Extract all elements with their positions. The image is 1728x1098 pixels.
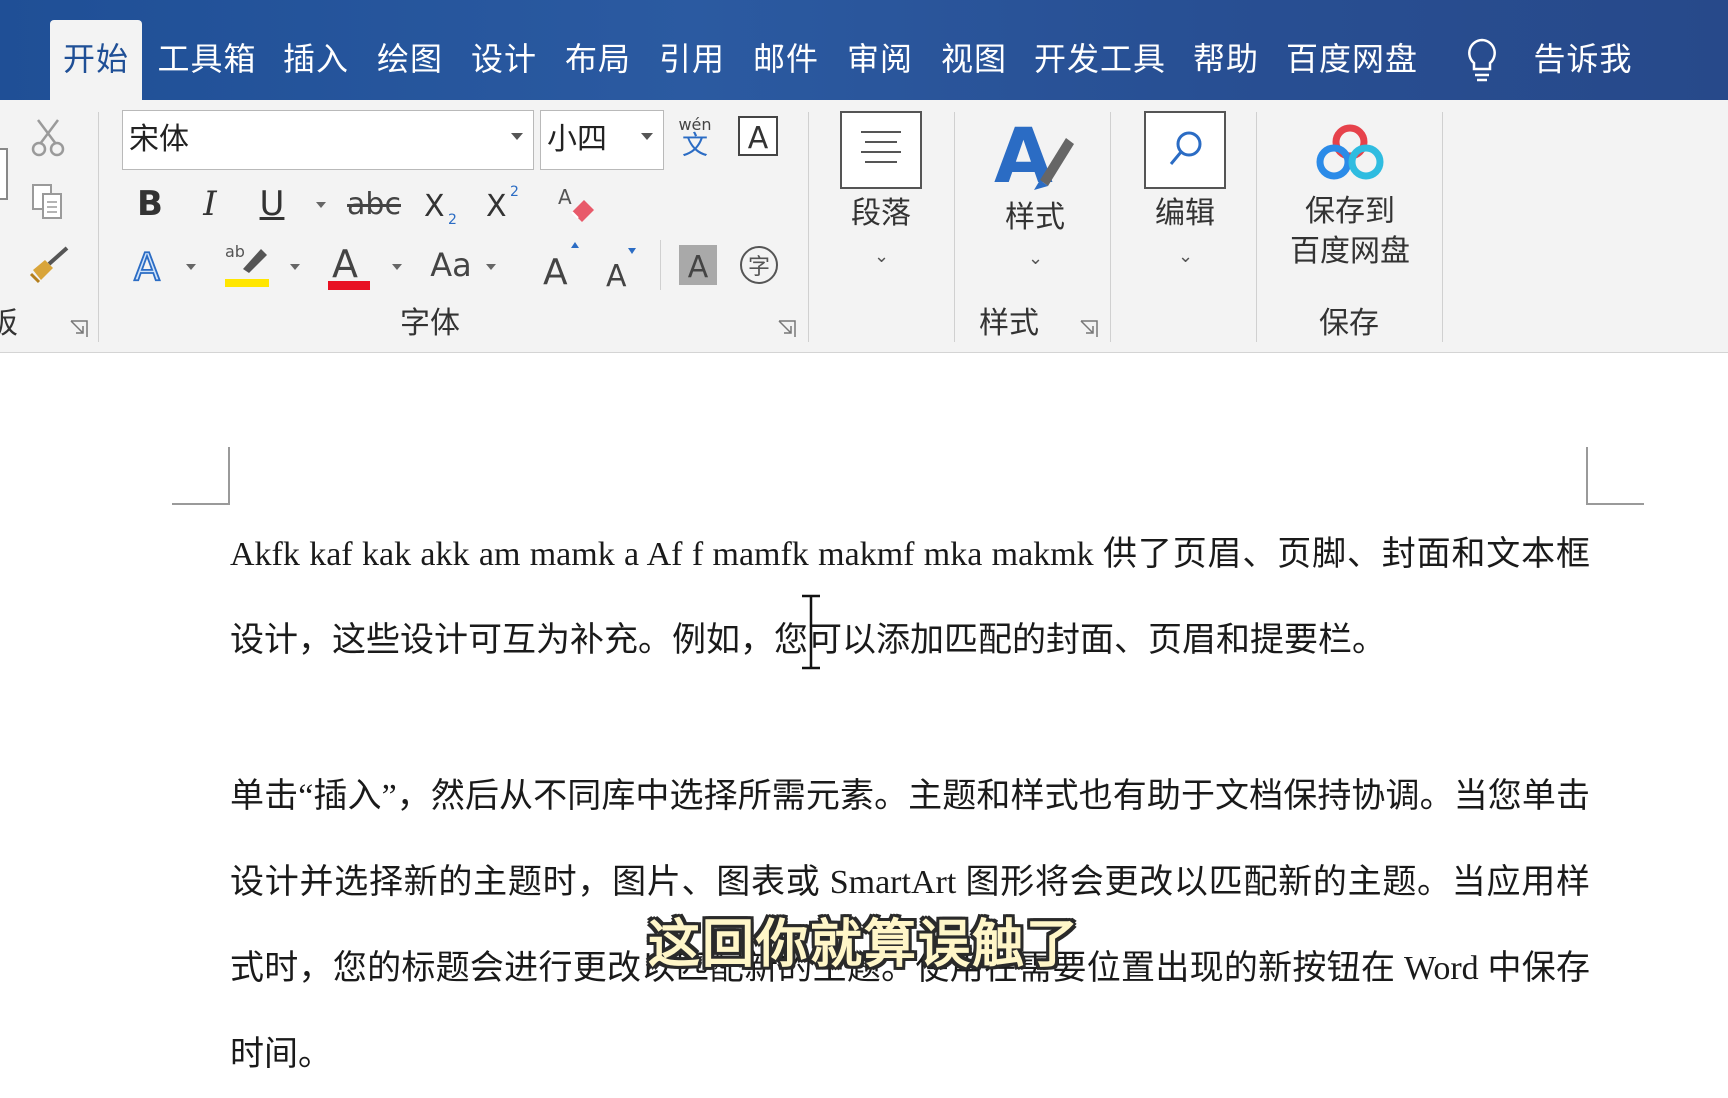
separator: [660, 240, 661, 290]
separator: [808, 112, 809, 342]
svg-text:A: A: [688, 250, 709, 285]
styles-group-label: 样式: [979, 306, 1039, 341]
phonetic-guide-char: 文: [681, 131, 708, 161]
text-highlight-color-icon[interactable]: ab: [222, 238, 274, 290]
copy-icon[interactable]: [28, 180, 68, 224]
paste-icon[interactable]: [0, 148, 8, 200]
margin-corner-marker: [1586, 447, 1644, 505]
margin-corner-marker: [172, 447, 230, 505]
chevron-down-icon[interactable]: ⌄: [1028, 248, 1043, 269]
tab-baidu-netdisk[interactable]: 百度网盘: [1282, 18, 1422, 100]
font-name-combo[interactable]: 宋体: [122, 110, 534, 170]
font-group-label: 字体: [400, 306, 460, 341]
svg-text:X: X: [424, 189, 445, 224]
svg-text:X: X: [486, 189, 507, 224]
superscript-icon[interactable]: X2: [480, 178, 528, 226]
ribbon-home: 板 宋体 小四 wén 文 A B I U abc X2 X2 A A ab A…: [0, 100, 1728, 353]
svg-text:A: A: [543, 252, 568, 290]
font-name-value: 宋体: [129, 122, 189, 157]
svg-text:ab: ab: [225, 242, 245, 261]
styles-button[interactable]: A 样式 ⌄: [980, 110, 1090, 290]
clipboard-group-label: 板: [0, 306, 18, 341]
text-effects-icon[interactable]: A: [126, 240, 174, 290]
enclose-characters-icon[interactable]: 字: [736, 240, 782, 290]
grow-font-icon[interactable]: A: [538, 238, 586, 292]
chevron-down-icon[interactable]: [511, 133, 523, 140]
change-case-icon[interactable]: Aa: [426, 240, 476, 290]
font-size-value: 小四: [547, 122, 607, 157]
tab-toolbox[interactable]: 工具箱: [154, 18, 260, 100]
phonetic-guide-button[interactable]: wén 文: [672, 110, 718, 166]
font-dialog-launcher-icon[interactable]: [778, 320, 796, 338]
tab-view[interactable]: 视图: [936, 18, 1012, 100]
highlight-chevron-down-icon[interactable]: [290, 264, 300, 270]
ribbon-tab-bar: 开始 工具箱 插入 绘图 设计 布局 引用 邮件 审阅 视图 开发工具 帮助 百…: [0, 0, 1728, 100]
editing-button[interactable]: 编辑 ⌄: [1130, 110, 1240, 290]
tab-draw[interactable]: 绘图: [372, 18, 448, 100]
svg-text:2: 2: [510, 184, 519, 200]
character-shading-icon[interactable]: A: [676, 240, 720, 290]
character-border-icon[interactable]: A: [736, 114, 780, 158]
underline-chevron-down-icon[interactable]: [316, 202, 326, 208]
clipboard-dialog-launcher-icon[interactable]: [70, 320, 88, 338]
bold-icon[interactable]: B: [130, 182, 170, 226]
separator: [98, 112, 99, 342]
separator: [1110, 112, 1111, 342]
text-cursor-icon: [796, 594, 826, 674]
tab-mailings[interactable]: 邮件: [748, 18, 824, 100]
styles-icon: A: [994, 111, 1074, 200]
tab-developer[interactable]: 开发工具: [1030, 18, 1170, 100]
save-to-baidu-netdisk-button[interactable]: 保存到 百度网盘: [1272, 118, 1428, 298]
styles-label: 样式: [1005, 200, 1065, 235]
tab-design[interactable]: 设计: [466, 18, 542, 100]
tab-layout[interactable]: 布局: [560, 18, 636, 100]
tab-review[interactable]: 审阅: [842, 18, 918, 100]
tab-references[interactable]: 引用: [654, 18, 730, 100]
save-to-label-line1: 保存到: [1305, 194, 1395, 229]
styles-dialog-launcher-icon[interactable]: [1080, 320, 1098, 338]
format-painter-icon[interactable]: [26, 242, 72, 286]
tab-help[interactable]: 帮助: [1188, 18, 1264, 100]
save-group-label: 保存: [1319, 306, 1379, 341]
underline-icon[interactable]: U: [252, 182, 292, 226]
separator: [954, 112, 955, 342]
chevron-down-icon[interactable]: [641, 133, 653, 140]
svg-text:A: A: [606, 259, 627, 292]
separator: [1256, 112, 1257, 342]
paragraph-icon: [840, 111, 922, 189]
chevron-down-icon[interactable]: ⌄: [1178, 246, 1193, 267]
lightbulb-icon[interactable]: [1462, 36, 1502, 84]
paragraph-button[interactable]: 段落 ⌄: [826, 110, 936, 290]
font-color-icon[interactable]: A: [326, 238, 372, 292]
change-case-chevron-down-icon[interactable]: [486, 264, 496, 270]
baidu-netdisk-icon: [1316, 124, 1384, 180]
font-size-combo[interactable]: 小四: [540, 110, 664, 170]
clear-formatting-icon[interactable]: A: [554, 180, 598, 228]
save-to-label-line2: 百度网盘: [1290, 234, 1410, 269]
tab-home[interactable]: 开始: [50, 20, 142, 100]
shrink-font-icon[interactable]: A: [600, 240, 644, 294]
font-color-chevron-down-icon[interactable]: [392, 264, 402, 270]
svg-text:A: A: [748, 121, 769, 156]
document-paragraph-1[interactable]: Akfk kaf kak akk am mamk a Af f mamfk ma…: [230, 512, 1590, 684]
paragraph-label: 段落: [851, 196, 911, 231]
cut-icon[interactable]: [28, 116, 68, 160]
chevron-down-icon[interactable]: ⌄: [874, 246, 889, 267]
text-effects-chevron-down-icon[interactable]: [186, 264, 196, 270]
svg-text:A: A: [332, 242, 358, 286]
search-icon: [1144, 111, 1226, 189]
tab-insert[interactable]: 插入: [278, 18, 354, 100]
svg-text:A: A: [558, 185, 572, 209]
subscript-icon[interactable]: X2: [418, 182, 466, 230]
svg-text:A: A: [134, 245, 160, 288]
italic-icon[interactable]: I: [190, 182, 230, 226]
svg-text:字: 字: [748, 255, 770, 280]
svg-text:2: 2: [448, 212, 457, 228]
strikethrough-icon[interactable]: abc: [347, 182, 401, 226]
video-subtitle: 这回你就算误触了: [647, 915, 1080, 975]
tell-me-search[interactable]: 告诉我: [1528, 18, 1638, 100]
separator: [1442, 112, 1443, 342]
editing-label: 编辑: [1155, 196, 1215, 231]
